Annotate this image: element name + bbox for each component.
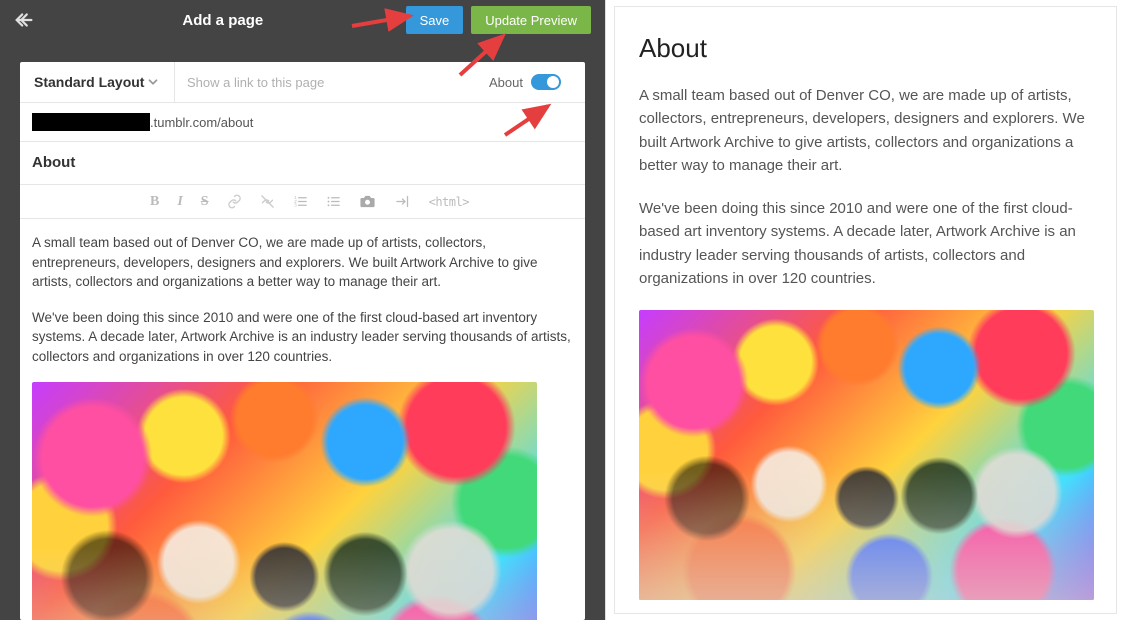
link-icon [227, 194, 242, 209]
topbar: Add a page Save Update Preview [0, 0, 605, 40]
ordered-list-button[interactable]: 123 [293, 194, 308, 209]
toggle-wrap: About [489, 74, 573, 90]
camera-icon [359, 193, 376, 210]
editor-image[interactable] [32, 382, 537, 620]
link-button[interactable] [227, 194, 242, 209]
editor-content[interactable]: A small team based out of Denver CO, we … [20, 219, 585, 620]
show-link-input[interactable] [187, 75, 489, 90]
unordered-list-icon [326, 194, 341, 209]
preview-card: About A small team based out of Denver C… [614, 6, 1117, 614]
preview-title: About [639, 33, 1092, 64]
unlink-button[interactable] [260, 194, 275, 209]
bold-button[interactable]: B [150, 194, 159, 210]
svg-text:3: 3 [294, 203, 297, 208]
editor-paragraph: We've been doing this since 2010 and wer… [32, 308, 573, 367]
insert-image-button[interactable] [359, 193, 376, 210]
editor-card: Standard Layout About .tumblr.com/about [20, 62, 585, 620]
page-title: Add a page [40, 12, 406, 29]
arrow-left-icon [13, 9, 35, 31]
italic-button[interactable]: I [177, 194, 182, 210]
layout-select[interactable]: Standard Layout [20, 62, 175, 102]
unordered-list-button[interactable] [326, 194, 341, 209]
page-title-input[interactable] [32, 154, 573, 171]
editor-row-settings: Standard Layout About [20, 62, 585, 103]
html-button[interactable]: <html> [429, 195, 469, 209]
back-button[interactable] [8, 4, 40, 36]
topbar-buttons: Save Update Preview [406, 6, 597, 34]
preview-panel: About A small team based out of Denver C… [605, 0, 1125, 620]
preview-paragraph: We've been doing this since 2010 and wer… [639, 197, 1092, 290]
url-suffix: .tumblr.com/about [150, 115, 253, 130]
rte-toolbar: B I S 123 [20, 185, 585, 219]
editor-paragraph: A small team based out of Denver CO, we … [32, 233, 573, 292]
readmore-icon [394, 194, 411, 209]
insert-readmore-button[interactable] [394, 194, 411, 209]
url-redacted [32, 113, 150, 131]
url-row: .tumblr.com/about [20, 103, 585, 142]
ordered-list-icon: 123 [293, 194, 308, 209]
preview-paragraph: A small team based out of Denver CO, we … [639, 84, 1092, 177]
save-button[interactable]: Save [406, 6, 464, 34]
strikethrough-button[interactable]: S [201, 194, 209, 210]
unlink-icon [260, 194, 275, 209]
preview-image [639, 310, 1094, 600]
link-input-wrap: About [175, 62, 585, 102]
layout-select-label: Standard Layout [34, 74, 144, 90]
visibility-toggle[interactable] [531, 74, 561, 90]
title-row [20, 142, 585, 185]
editor-panel: Add a page Save Update Preview Standard … [0, 0, 605, 620]
toggle-label: About [489, 75, 523, 90]
update-preview-button[interactable]: Update Preview [471, 6, 591, 34]
chevron-down-icon [146, 75, 160, 89]
